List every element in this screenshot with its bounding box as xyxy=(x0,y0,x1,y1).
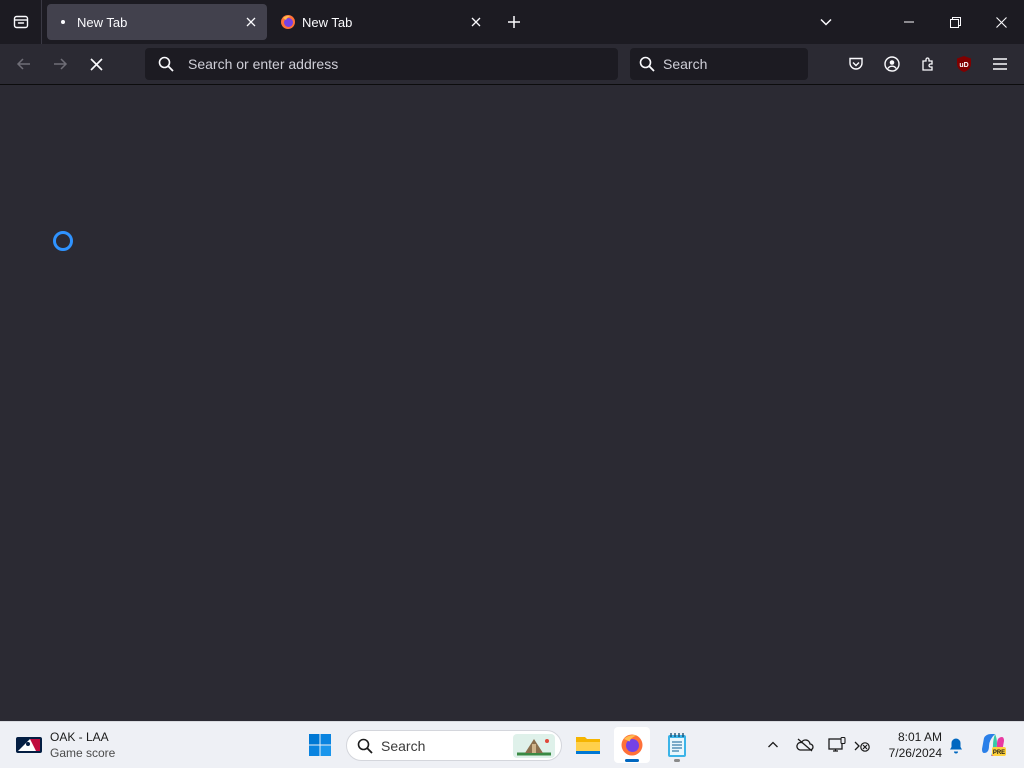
back-button[interactable] xyxy=(10,50,38,78)
tab-new-tab[interactable]: New Tab xyxy=(272,4,492,40)
minimize-button[interactable] xyxy=(886,0,932,44)
file-explorer-icon xyxy=(576,737,600,754)
app-menu-button[interactable] xyxy=(986,50,1014,78)
copilot-button[interactable]: PRE xyxy=(979,731,1007,759)
puzzle-piece-icon xyxy=(922,57,933,71)
stop-button[interactable] xyxy=(82,50,110,78)
ublock-origin-icon: uD xyxy=(957,56,971,72)
copilot-icon: PRE xyxy=(982,734,1006,756)
search-bar[interactable] xyxy=(630,48,844,80)
display-tray-button[interactable] xyxy=(826,734,848,756)
navigation-toolbar: uD xyxy=(0,44,1024,85)
start-button[interactable] xyxy=(302,727,338,763)
close-icon xyxy=(995,16,1007,28)
display-icon xyxy=(828,737,846,752)
loading-dot-icon xyxy=(55,14,71,30)
pocket-icon xyxy=(849,57,863,70)
file-explorer-button[interactable] xyxy=(570,727,606,763)
open-app-indicator xyxy=(674,759,680,762)
firefox-icon xyxy=(280,14,296,30)
extensions-button[interactable] xyxy=(914,50,942,78)
tab-strip: New Tab New Tab xyxy=(0,0,1024,44)
weather-widget[interactable]: OAK - LAA Game score xyxy=(16,728,115,762)
widget-line-1: OAK - LAA xyxy=(50,730,109,744)
search-input[interactable] xyxy=(663,56,844,72)
firefox-taskbar-button[interactable] xyxy=(614,727,650,763)
bell-icon xyxy=(950,738,962,753)
close-tab-icon[interactable] xyxy=(464,10,488,34)
close-tab-icon[interactable] xyxy=(239,10,263,34)
notepad-button[interactable] xyxy=(659,727,695,763)
windows-start-icon xyxy=(309,734,331,756)
new-tab-button[interactable] xyxy=(502,10,526,34)
forward-arrow-icon xyxy=(54,58,68,70)
onedrive-tray-button[interactable] xyxy=(794,734,816,756)
forward-button[interactable] xyxy=(46,50,74,78)
firefox-view-icon xyxy=(13,15,28,29)
loading-spinner xyxy=(53,231,73,251)
tab-label: New Tab xyxy=(77,14,128,30)
chevron-down-icon xyxy=(820,18,832,26)
firefox-view-button[interactable] xyxy=(0,0,42,44)
account-icon xyxy=(884,56,900,72)
page-content xyxy=(0,85,1024,721)
network-disconnected-icon xyxy=(854,741,870,752)
tab-new-tab-active[interactable]: New Tab xyxy=(47,4,267,40)
firefox-icon xyxy=(621,734,643,756)
minimize-icon xyxy=(904,21,914,23)
search-icon xyxy=(639,56,655,72)
address-bar[interactable] xyxy=(145,48,618,80)
close-window-button[interactable] xyxy=(978,0,1024,44)
clock-date: 7/26/2024 xyxy=(888,746,942,760)
back-arrow-icon xyxy=(16,58,30,70)
network-sound-tray-button[interactable] xyxy=(851,734,873,756)
search-highlight-icon xyxy=(513,733,555,758)
ublock-origin-button[interactable]: uD xyxy=(950,50,978,78)
widget-line-2: Game score xyxy=(50,746,116,760)
copilot-badge: PRE xyxy=(993,750,1005,756)
tab-label: New Tab xyxy=(302,14,353,30)
notepad-icon xyxy=(668,733,686,757)
chevron-up-icon xyxy=(768,741,778,748)
cloud-offline-icon xyxy=(796,738,814,752)
hamburger-menu-icon xyxy=(993,58,1007,70)
taskbar-search-label: Search xyxy=(381,737,426,754)
plus-icon xyxy=(508,16,520,28)
clock[interactable]: 8:01 AM 7/26/2024 xyxy=(876,729,942,761)
notifications-button[interactable] xyxy=(945,734,967,756)
show-hidden-icons-button[interactable] xyxy=(762,734,784,756)
clock-time: 8:01 AM xyxy=(897,730,942,744)
ublock-origin-badge: uD xyxy=(959,62,968,69)
taskbar-search[interactable]: Search xyxy=(346,730,562,761)
active-app-indicator xyxy=(625,759,639,762)
address-input[interactable] xyxy=(188,56,618,72)
search-icon xyxy=(158,56,174,72)
taskbar: OAK - LAA Game score Search 8:01 AM 7/26… xyxy=(0,721,1024,768)
stop-x-icon xyxy=(89,57,103,71)
account-button[interactable] xyxy=(878,50,906,78)
search-icon xyxy=(357,738,373,754)
restore-icon xyxy=(949,16,961,28)
restore-button[interactable] xyxy=(932,0,978,44)
pocket-button[interactable] xyxy=(842,50,870,78)
mlb-logo-icon xyxy=(16,737,42,753)
list-all-tabs-button[interactable] xyxy=(814,10,838,34)
